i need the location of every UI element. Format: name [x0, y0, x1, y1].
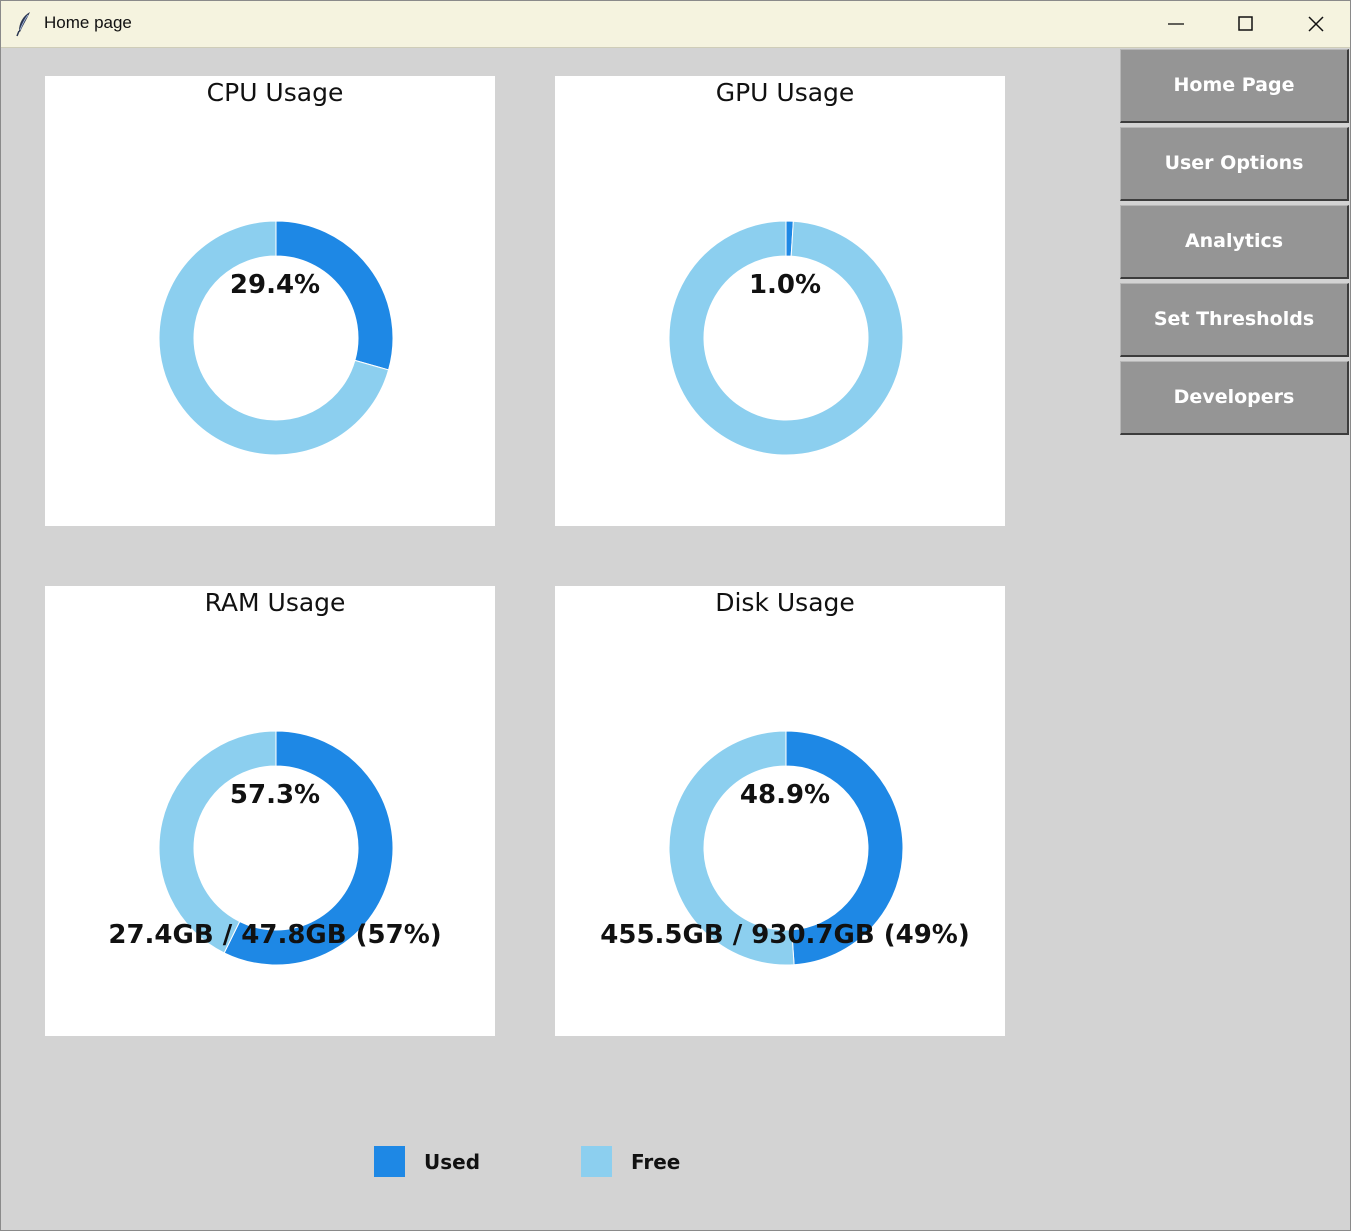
- close-icon: [1308, 16, 1324, 32]
- title-bar: Home page: [1, 1, 1350, 48]
- minimize-icon: [1168, 23, 1184, 25]
- close-button[interactable]: [1281, 1, 1350, 47]
- disk-percent-label: 48.9%: [739, 780, 831, 810]
- gpu-usage-panel: GPU Usage 1.0%: [555, 76, 1005, 526]
- legend-swatch-free: [581, 1146, 612, 1177]
- side-navigation: Home Page User Options Analytics Set Thr…: [1120, 49, 1350, 439]
- nav-set-thresholds-button[interactable]: Set Thresholds: [1120, 283, 1349, 357]
- legend-label-used: Used: [424, 1150, 481, 1174]
- nav-home-page-button[interactable]: Home Page: [1120, 49, 1349, 123]
- ram-usage-panel: RAM Usage 57.3% 27.4GB / 47.8GB (57%): [45, 586, 495, 1036]
- app-window: Home page CPU Usage 29.4% GPU Usage 1.0%: [0, 0, 1351, 1231]
- nav-analytics-button[interactable]: Analytics: [1120, 205, 1349, 279]
- cpu-donut-chart: [158, 220, 394, 456]
- nav-developers-button[interactable]: Developers: [1120, 361, 1349, 435]
- ram-percent-label: 57.3%: [229, 780, 321, 810]
- donut-slice-free: [668, 220, 904, 456]
- nav-user-options-button[interactable]: User Options: [1120, 127, 1349, 201]
- disk-usage-panel: Disk Usage 48.9% 455.5GB / 930.7GB (49%): [555, 586, 1005, 1036]
- cpu-percent-label: 29.4%: [229, 270, 321, 300]
- ram-detail-label: 27.4GB / 47.8GB (57%): [108, 920, 442, 950]
- disk-donut-chart: [668, 730, 904, 966]
- legend-label-free: Free: [631, 1150, 681, 1174]
- ram-donut-chart: [158, 730, 394, 966]
- feather-icon: [16, 12, 30, 37]
- gpu-donut-chart: [668, 220, 904, 456]
- disk-detail-label: 455.5GB / 930.7GB (49%): [600, 920, 970, 950]
- gpu-percent-label: 1.0%: [748, 270, 822, 300]
- cpu-usage-panel: CPU Usage 29.4%: [45, 76, 495, 526]
- minimize-button[interactable]: [1141, 1, 1211, 47]
- maximize-button[interactable]: [1211, 1, 1281, 47]
- maximize-icon: [1238, 16, 1253, 31]
- window-title: Home page: [44, 13, 132, 32]
- legend-swatch-used: [374, 1146, 405, 1177]
